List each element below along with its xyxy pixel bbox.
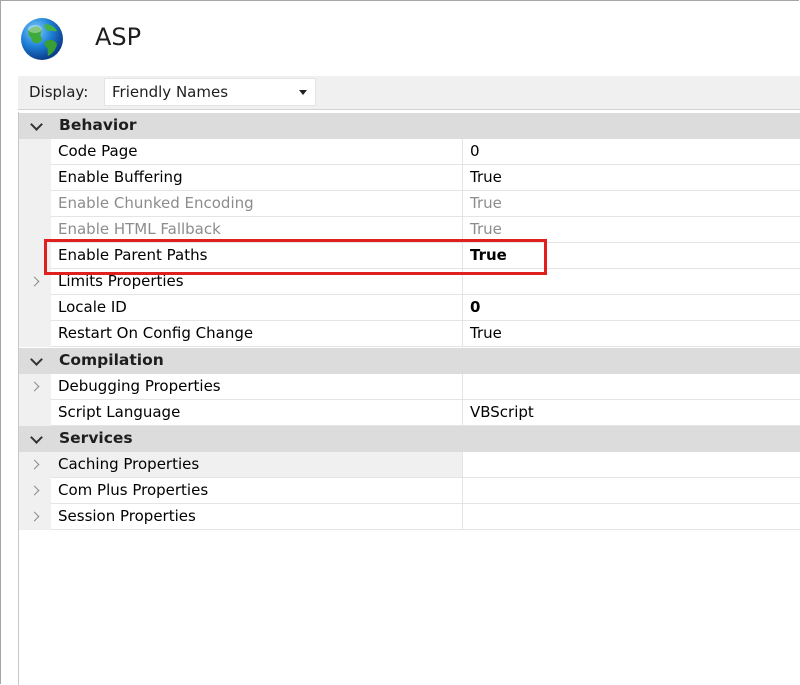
collapse-icon[interactable] — [30, 118, 43, 131]
property-value[interactable]: 0 — [463, 295, 800, 321]
property-value-text: VBScript — [470, 403, 534, 421]
property-value-text: True — [470, 168, 502, 186]
row-session-properties[interactable]: Session Properties — [19, 504, 800, 530]
property-value-text: True — [470, 324, 502, 342]
property-value-text: 0 — [470, 298, 481, 316]
row-gutter — [19, 321, 51, 347]
property-name-text: Restart On Config Change — [58, 324, 254, 342]
property-name-text: Limits Properties — [58, 272, 184, 290]
page-header: ASP — [1, 1, 799, 75]
row-gutter — [19, 374, 51, 400]
property-name[interactable]: Script Language — [51, 400, 463, 426]
property-value[interactable] — [463, 452, 800, 478]
property-name-text: Com Plus Properties — [58, 481, 209, 499]
chevron-right-icon[interactable] — [29, 485, 40, 496]
property-name-text: Locale ID — [58, 298, 127, 316]
chevron-down-icon — [299, 90, 307, 95]
property-name-text: Enable HTML Fallback — [58, 220, 221, 238]
row-gutter — [19, 504, 51, 530]
category-label: Behavior — [59, 116, 137, 134]
row-gutter — [19, 217, 51, 243]
row-code-page[interactable]: Code Page 0 — [19, 139, 800, 165]
row-limits-properties[interactable]: Limits Properties — [19, 269, 800, 295]
display-label: Display: — [29, 83, 89, 101]
property-name-text: Debugging Properties — [58, 377, 221, 395]
row-gutter — [19, 295, 51, 321]
row-com-plus-properties[interactable]: Com Plus Properties — [19, 478, 800, 504]
row-gutter — [19, 191, 51, 217]
property-name-text: Enable Parent Paths — [58, 246, 208, 264]
property-value[interactable]: VBScript — [463, 400, 800, 426]
property-name[interactable]: Enable HTML Fallback — [51, 217, 463, 243]
row-gutter — [19, 243, 51, 269]
property-name-text: Enable Buffering — [58, 168, 183, 186]
row-caching-properties[interactable]: Caching Properties — [19, 452, 800, 478]
property-value[interactable]: True — [463, 321, 800, 347]
chevron-right-icon[interactable] — [29, 511, 40, 522]
property-name[interactable]: Com Plus Properties — [51, 478, 463, 504]
row-gutter — [19, 400, 51, 426]
collapse-icon[interactable] — [30, 431, 43, 444]
property-value-text: 0 — [470, 142, 480, 160]
property-name-text: Enable Chunked Encoding — [58, 194, 254, 212]
row-restart-on-config-change[interactable]: Restart On Config Change True — [19, 321, 800, 347]
row-gutter — [19, 165, 51, 191]
property-name-text: Code Page — [58, 142, 138, 160]
property-name[interactable]: Enable Parent Paths — [51, 243, 463, 269]
display-dropdown[interactable]: Friendly Names — [104, 78, 316, 106]
property-name[interactable]: Enable Chunked Encoding — [51, 191, 463, 217]
property-value-text: True — [470, 220, 502, 238]
collapse-icon[interactable] — [30, 353, 43, 366]
property-value[interactable] — [463, 504, 800, 530]
row-debugging-properties[interactable]: Debugging Properties — [19, 374, 800, 400]
category-label: Services — [59, 429, 133, 447]
property-value[interactable]: True — [463, 191, 800, 217]
property-value[interactable]: True — [463, 243, 800, 269]
row-enable-html-fallback[interactable]: Enable HTML Fallback True — [19, 217, 800, 243]
category-services[interactable]: Services — [19, 426, 800, 452]
globe-icon — [21, 18, 63, 60]
row-enable-parent-paths[interactable]: Enable Parent Paths True — [19, 243, 800, 269]
row-locale-id[interactable]: Locale ID 0 — [19, 295, 800, 321]
row-gutter — [19, 139, 51, 165]
display-toolbar: Display: Friendly Names — [18, 76, 800, 110]
property-name-text: Script Language — [58, 403, 181, 421]
display-dropdown-value: Friendly Names — [112, 83, 229, 101]
property-value[interactable] — [463, 269, 800, 295]
chevron-right-icon[interactable] — [29, 459, 40, 470]
property-value[interactable]: 0 — [463, 139, 800, 165]
chevron-right-icon[interactable] — [29, 276, 40, 287]
property-name[interactable]: Code Page — [51, 139, 463, 165]
row-script-language[interactable]: Script Language VBScript — [19, 400, 800, 426]
property-value-text: True — [470, 246, 507, 264]
property-value-text: True — [470, 194, 502, 212]
property-name-text: Session Properties — [58, 507, 196, 525]
property-name[interactable]: Session Properties — [51, 504, 463, 530]
row-enable-buffering[interactable]: Enable Buffering True — [19, 165, 800, 191]
property-name[interactable]: Locale ID — [51, 295, 463, 321]
row-enable-chunked-encoding[interactable]: Enable Chunked Encoding True — [19, 191, 800, 217]
property-grid: Behavior Code Page 0 Enable Buffering Tr… — [18, 112, 800, 685]
property-name[interactable]: Restart On Config Change — [51, 321, 463, 347]
chevron-right-icon[interactable] — [29, 381, 40, 392]
row-gutter — [19, 478, 51, 504]
property-value[interactable]: True — [463, 217, 800, 243]
category-label: Compilation — [59, 351, 164, 369]
category-compilation[interactable]: Compilation — [19, 348, 800, 374]
property-value[interactable] — [463, 374, 800, 400]
row-gutter — [19, 452, 51, 478]
category-behavior[interactable]: Behavior — [19, 113, 800, 139]
property-name[interactable]: Enable Buffering — [51, 165, 463, 191]
property-name[interactable]: Debugging Properties — [51, 374, 463, 400]
property-name-text: Caching Properties — [58, 455, 200, 473]
row-gutter — [19, 269, 51, 295]
property-name[interactable]: Limits Properties — [51, 269, 463, 295]
property-value[interactable]: True — [463, 165, 800, 191]
property-value[interactable] — [463, 478, 800, 504]
property-name[interactable]: Caching Properties — [51, 452, 463, 478]
page-title: ASP — [95, 23, 142, 51]
